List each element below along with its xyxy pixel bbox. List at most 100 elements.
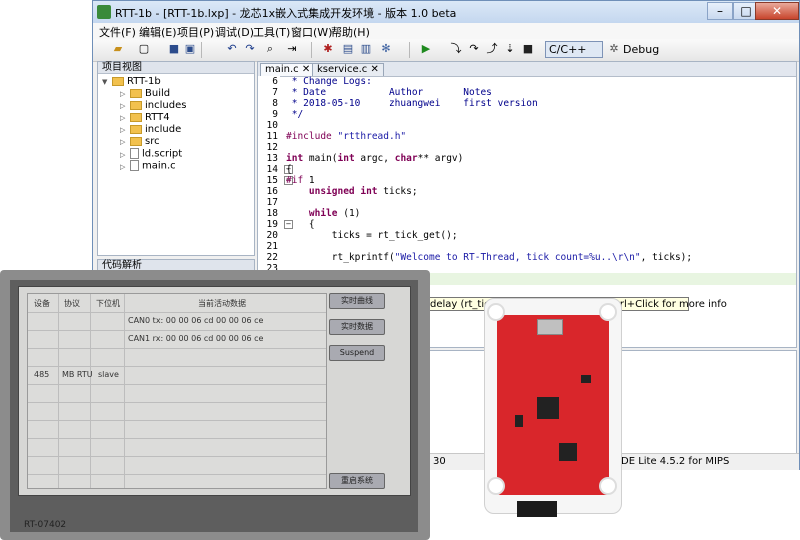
- table-divider: [28, 420, 326, 421]
- table-header: 下位机: [96, 299, 120, 308]
- pin-header: [517, 501, 557, 517]
- folder-icon: [130, 124, 142, 134]
- tree-item-src[interactable]: ▷ src: [120, 136, 160, 148]
- expand-icon[interactable]: ▷: [120, 149, 128, 161]
- lcd-model-label: RT-07402: [24, 520, 67, 530]
- debug-config[interactable]: Debug: [623, 43, 659, 56]
- save-all-icon[interactable]: ▣: [183, 42, 197, 56]
- collapse-icon[interactable]: ▼: [102, 76, 110, 88]
- toolbar-separator: [311, 42, 312, 58]
- folder-icon: [130, 112, 142, 122]
- project-panel: 项目视图 ▼ RTT-1b ▷ Build ▷ includes ▷ RTT4 ▷ inc…: [97, 61, 255, 256]
- new-icon[interactable]: ▢: [137, 42, 151, 56]
- tree-item-build[interactable]: ▷ Build: [120, 88, 170, 100]
- table-divider: [28, 330, 326, 331]
- step-into-icon[interactable]: ⤵: [449, 42, 463, 56]
- language-selector[interactable]: C/C++: [545, 41, 603, 58]
- toolbar-separator: [409, 42, 410, 58]
- menu-window[interactable]: 窗口(W): [291, 24, 332, 40]
- expand-icon[interactable]: ▷: [120, 100, 128, 112]
- editor-tabs: main.c ✕ kservice.c ✕: [258, 62, 796, 77]
- run-icon[interactable]: ▶: [419, 42, 433, 56]
- expand-icon[interactable]: ▷: [120, 112, 128, 124]
- expand-icon[interactable]: ▷: [120, 124, 128, 136]
- config-icon[interactable]: ✻: [379, 42, 393, 56]
- realtime-curve-button[interactable]: 实时曲线: [329, 293, 385, 309]
- build-icon[interactable]: ✱: [321, 42, 335, 56]
- line-number: 16: [266, 186, 278, 197]
- menu-tools[interactable]: 工具(T): [253, 24, 290, 40]
- save-icon[interactable]: ■: [167, 42, 181, 56]
- restart-system-button[interactable]: 重启系统: [329, 473, 385, 489]
- table-divider: [90, 294, 91, 488]
- table-divider: [28, 312, 326, 313]
- close-tab-icon[interactable]: ✕: [302, 64, 310, 75]
- suspend-button[interactable]: Suspend: [329, 345, 385, 361]
- menu-debug[interactable]: 调试(D): [215, 24, 254, 40]
- step-over-icon[interactable]: ↷: [467, 42, 481, 56]
- mounting-hole: [487, 477, 505, 495]
- code-line: int main(int argc, char** argv): [286, 153, 464, 164]
- step-line-icon[interactable]: ⇣: [503, 42, 517, 56]
- tree-item-rtt4[interactable]: ▷ RTT4: [120, 112, 170, 124]
- menu-project[interactable]: 项目(P): [177, 24, 214, 40]
- open-icon[interactable]: ▰: [111, 42, 125, 56]
- line-number: 9: [272, 109, 278, 120]
- tree-item-includes[interactable]: ▷ includes: [120, 100, 186, 112]
- step-out-icon[interactable]: ⤴: [485, 42, 499, 56]
- tab-main-c[interactable]: main.c ✕: [260, 63, 316, 76]
- code-line: {: [286, 219, 315, 230]
- compile-icon[interactable]: ▤: [341, 42, 355, 56]
- title-bar[interactable]: RTT-1b - [RTT-1b.lxp] - 龙芯1x嵌入式集成开发环境 - …: [93, 1, 799, 23]
- find-icon[interactable]: ⌕: [263, 42, 277, 56]
- table-cell: MB RTU: [62, 370, 93, 379]
- code-line: * 2018-05-10 zhuangwei first version: [286, 98, 538, 109]
- chip: [515, 415, 523, 427]
- tree-root[interactable]: ▼ RTT-1b: [102, 76, 161, 88]
- code-line: * Date Author Notes: [286, 87, 492, 98]
- code-line: */: [286, 109, 304, 120]
- close-tab-icon[interactable]: ✕: [370, 64, 378, 75]
- cpu-chip: [537, 397, 559, 419]
- undo-icon[interactable]: ↶: [225, 42, 239, 56]
- code-line: unsigned int ticks;: [308, 186, 418, 197]
- menu-bar: 文件(F) 编辑(E) 项目(P) 调试(D) 工具(T) 窗口(W) 帮助(H…: [93, 23, 799, 39]
- mounting-hole: [599, 303, 617, 321]
- usb-port: [537, 319, 563, 335]
- line-number: 20: [266, 230, 278, 241]
- minimize-button[interactable]: –: [707, 2, 733, 20]
- menu-help[interactable]: 帮助(H): [331, 24, 370, 40]
- tree-item-ld-script[interactable]: ▷ ld.script: [120, 148, 182, 160]
- table-divider: [28, 474, 326, 475]
- line-number: 17: [266, 197, 278, 208]
- lcd-touch-panel: 设备 协议 下位机 当前活动数据 CAN0 tx: 00 00 06 cd 00…: [0, 270, 430, 540]
- tree-item-include[interactable]: ▷ include: [120, 124, 181, 136]
- line-number: 22: [266, 252, 278, 263]
- close-button[interactable]: ✕: [755, 2, 799, 20]
- expand-icon[interactable]: ▷: [120, 136, 128, 148]
- target-icon[interactable]: ⇥: [285, 42, 299, 56]
- expand-icon[interactable]: ▷: [120, 161, 128, 173]
- redo-icon[interactable]: ↷: [243, 42, 257, 56]
- expand-icon[interactable]: ▷: [120, 88, 128, 100]
- mounting-hole: [599, 477, 617, 495]
- tab-kservice-c[interactable]: kservice.c ✕: [312, 63, 384, 76]
- tree-item-main-c[interactable]: ▷ main.c: [120, 160, 176, 172]
- table-header: 协议: [64, 299, 80, 308]
- status-version: DE Lite 4.5.2 for MIPS: [621, 456, 730, 467]
- table-divider: [28, 438, 326, 439]
- table-cell: slave: [98, 370, 119, 379]
- menu-file[interactable]: 文件(F): [99, 24, 136, 40]
- realtime-data-button[interactable]: 实时数据: [329, 319, 385, 335]
- compile-all-icon[interactable]: ▥: [359, 42, 373, 56]
- toolbar: ▰ ▢ ■ ▣ ↶ ↷ ⌕ ⇥ ✱ ▤ ▥ ✻ ▶ ⤵ ↷ ⤴ ⇣ ■ C/C+…: [93, 39, 799, 62]
- line-number: 19: [266, 219, 278, 230]
- table-divider: [28, 456, 326, 457]
- table-cell: CAN1 rx: 00 00 06 cd 00 00 06 ce: [128, 334, 264, 343]
- debug-icon: ✲: [609, 42, 619, 55]
- menu-edit[interactable]: 编辑(E): [139, 24, 177, 40]
- code-line: {: [286, 164, 292, 175]
- line-number: 12: [266, 142, 278, 153]
- stop-icon[interactable]: ■: [521, 42, 535, 56]
- status-line: 30: [433, 456, 446, 467]
